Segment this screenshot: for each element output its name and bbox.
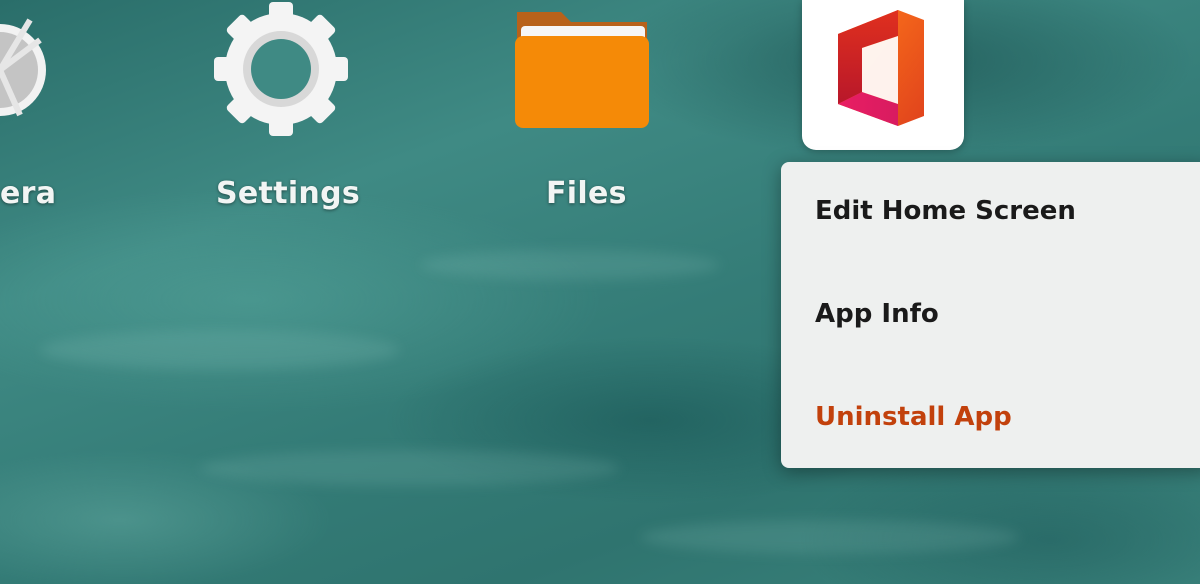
files-app-label: Files [546,176,627,211]
settings-app[interactable] [212,0,350,138]
office-app[interactable] [802,0,964,150]
edit-home-screen-menu-item[interactable]: Edit Home Screen [815,196,1076,226]
office-icon [838,10,924,126]
wallpaper-streak [420,250,720,280]
app-info-menu-item[interactable]: App Info [815,299,939,329]
camera-app-label: era [0,176,57,211]
camera-app[interactable] [0,0,60,140]
gear-icon [214,2,348,136]
app-context-menu: Edit Home Screen App Info Uninstall App [781,162,1200,468]
camera-icon [0,18,46,117]
uninstall-app-menu-item[interactable]: Uninstall App [815,402,1012,432]
wallpaper-streak [200,450,620,486]
wallpaper-streak [640,520,1020,554]
folder-icon [515,12,649,128]
files-app[interactable] [513,6,651,132]
settings-app-label: Settings [216,176,361,211]
wallpaper-streak [40,330,400,370]
